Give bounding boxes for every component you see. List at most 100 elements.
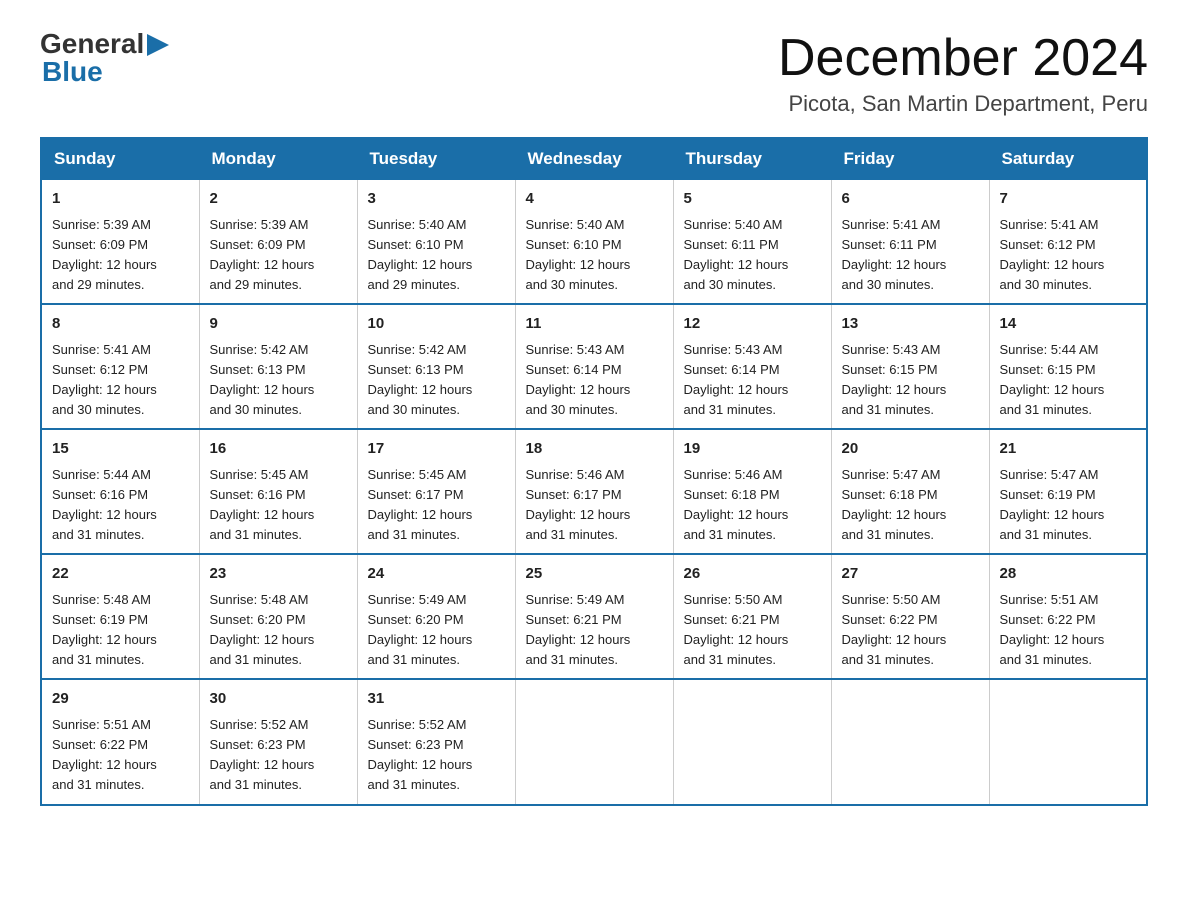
day-number: 23 xyxy=(210,563,347,586)
table-row: 6 Sunrise: 5:41 AMSunset: 6:11 PMDayligh… xyxy=(831,180,989,305)
day-number: 16 xyxy=(210,438,347,461)
day-info: Sunrise: 5:48 AMSunset: 6:19 PMDaylight:… xyxy=(52,592,157,667)
logo-line1: General xyxy=(40,30,169,58)
day-number: 2 xyxy=(210,188,347,211)
day-info: Sunrise: 5:43 AMSunset: 6:15 PMDaylight:… xyxy=(842,342,947,417)
day-info: Sunrise: 5:41 AMSunset: 6:12 PMDaylight:… xyxy=(1000,217,1105,292)
table-row: 18 Sunrise: 5:46 AMSunset: 6:17 PMDaylig… xyxy=(515,429,673,554)
title-block: December 2024 Picota, San Martin Departm… xyxy=(778,30,1148,117)
table-row: 1 Sunrise: 5:39 AMSunset: 6:09 PMDayligh… xyxy=(41,180,199,305)
table-row: 26 Sunrise: 5:50 AMSunset: 6:21 PMDaylig… xyxy=(673,554,831,679)
header-saturday: Saturday xyxy=(989,138,1147,180)
table-row: 20 Sunrise: 5:47 AMSunset: 6:18 PMDaylig… xyxy=(831,429,989,554)
day-info: Sunrise: 5:52 AMSunset: 6:23 PMDaylight:… xyxy=(368,717,473,792)
day-number: 14 xyxy=(1000,313,1137,336)
day-info: Sunrise: 5:42 AMSunset: 6:13 PMDaylight:… xyxy=(210,342,315,417)
header-friday: Friday xyxy=(831,138,989,180)
day-number: 8 xyxy=(52,313,189,336)
table-row: 16 Sunrise: 5:45 AMSunset: 6:16 PMDaylig… xyxy=(199,429,357,554)
calendar-week-row: 15 Sunrise: 5:44 AMSunset: 6:16 PMDaylig… xyxy=(41,429,1147,554)
day-info: Sunrise: 5:43 AMSunset: 6:14 PMDaylight:… xyxy=(526,342,631,417)
day-number: 28 xyxy=(1000,563,1137,586)
day-number: 17 xyxy=(368,438,505,461)
day-info: Sunrise: 5:44 AMSunset: 6:16 PMDaylight:… xyxy=(52,467,157,542)
day-number: 3 xyxy=(368,188,505,211)
header-tuesday: Tuesday xyxy=(357,138,515,180)
day-number: 11 xyxy=(526,313,663,336)
day-info: Sunrise: 5:40 AMSunset: 6:10 PMDaylight:… xyxy=(526,217,631,292)
day-info: Sunrise: 5:44 AMSunset: 6:15 PMDaylight:… xyxy=(1000,342,1105,417)
calendar-week-row: 1 Sunrise: 5:39 AMSunset: 6:09 PMDayligh… xyxy=(41,180,1147,305)
header-sunday: Sunday xyxy=(41,138,199,180)
day-number: 7 xyxy=(1000,188,1137,211)
table-row: 28 Sunrise: 5:51 AMSunset: 6:22 PMDaylig… xyxy=(989,554,1147,679)
table-row: 4 Sunrise: 5:40 AMSunset: 6:10 PMDayligh… xyxy=(515,180,673,305)
table-row: 30 Sunrise: 5:52 AMSunset: 6:23 PMDaylig… xyxy=(199,679,357,804)
day-number: 30 xyxy=(210,688,347,711)
day-number: 10 xyxy=(368,313,505,336)
table-row: 31 Sunrise: 5:52 AMSunset: 6:23 PMDaylig… xyxy=(357,679,515,804)
subtitle: Picota, San Martin Department, Peru xyxy=(778,91,1148,117)
table-row: 11 Sunrise: 5:43 AMSunset: 6:14 PMDaylig… xyxy=(515,304,673,429)
day-number: 21 xyxy=(1000,438,1137,461)
day-info: Sunrise: 5:39 AMSunset: 6:09 PMDaylight:… xyxy=(210,217,315,292)
day-number: 12 xyxy=(684,313,821,336)
header-thursday: Thursday xyxy=(673,138,831,180)
day-info: Sunrise: 5:47 AMSunset: 6:19 PMDaylight:… xyxy=(1000,467,1105,542)
day-info: Sunrise: 5:50 AMSunset: 6:21 PMDaylight:… xyxy=(684,592,789,667)
day-info: Sunrise: 5:47 AMSunset: 6:18 PMDaylight:… xyxy=(842,467,947,542)
table-row: 22 Sunrise: 5:48 AMSunset: 6:19 PMDaylig… xyxy=(41,554,199,679)
calendar-header-row: Sunday Monday Tuesday Wednesday Thursday… xyxy=(41,138,1147,180)
day-number: 18 xyxy=(526,438,663,461)
day-info: Sunrise: 5:48 AMSunset: 6:20 PMDaylight:… xyxy=(210,592,315,667)
day-info: Sunrise: 5:41 AMSunset: 6:11 PMDaylight:… xyxy=(842,217,947,292)
day-number: 26 xyxy=(684,563,821,586)
day-info: Sunrise: 5:52 AMSunset: 6:23 PMDaylight:… xyxy=(210,717,315,792)
main-title: December 2024 xyxy=(778,30,1148,87)
table-row: 23 Sunrise: 5:48 AMSunset: 6:20 PMDaylig… xyxy=(199,554,357,679)
table-row: 2 Sunrise: 5:39 AMSunset: 6:09 PMDayligh… xyxy=(199,180,357,305)
table-row: 17 Sunrise: 5:45 AMSunset: 6:17 PMDaylig… xyxy=(357,429,515,554)
day-number: 1 xyxy=(52,188,189,211)
day-number: 5 xyxy=(684,188,821,211)
logo-arrow-icon xyxy=(147,34,169,56)
table-row: 10 Sunrise: 5:42 AMSunset: 6:13 PMDaylig… xyxy=(357,304,515,429)
table-row: 24 Sunrise: 5:49 AMSunset: 6:20 PMDaylig… xyxy=(357,554,515,679)
day-number: 15 xyxy=(52,438,189,461)
header-wednesday: Wednesday xyxy=(515,138,673,180)
day-info: Sunrise: 5:46 AMSunset: 6:17 PMDaylight:… xyxy=(526,467,631,542)
day-number: 4 xyxy=(526,188,663,211)
logo-blue-text: Blue xyxy=(42,58,169,86)
table-row: 21 Sunrise: 5:47 AMSunset: 6:19 PMDaylig… xyxy=(989,429,1147,554)
calendar-table: Sunday Monday Tuesday Wednesday Thursday… xyxy=(40,137,1148,805)
day-number: 22 xyxy=(52,563,189,586)
table-row: 27 Sunrise: 5:50 AMSunset: 6:22 PMDaylig… xyxy=(831,554,989,679)
table-row xyxy=(515,679,673,804)
table-row xyxy=(673,679,831,804)
day-info: Sunrise: 5:40 AMSunset: 6:11 PMDaylight:… xyxy=(684,217,789,292)
table-row: 8 Sunrise: 5:41 AMSunset: 6:12 PMDayligh… xyxy=(41,304,199,429)
table-row: 29 Sunrise: 5:51 AMSunset: 6:22 PMDaylig… xyxy=(41,679,199,804)
table-row xyxy=(831,679,989,804)
day-info: Sunrise: 5:39 AMSunset: 6:09 PMDaylight:… xyxy=(52,217,157,292)
logo: General Blue xyxy=(40,30,169,86)
calendar-week-row: 29 Sunrise: 5:51 AMSunset: 6:22 PMDaylig… xyxy=(41,679,1147,804)
day-number: 31 xyxy=(368,688,505,711)
table-row: 14 Sunrise: 5:44 AMSunset: 6:15 PMDaylig… xyxy=(989,304,1147,429)
day-info: Sunrise: 5:46 AMSunset: 6:18 PMDaylight:… xyxy=(684,467,789,542)
day-info: Sunrise: 5:45 AMSunset: 6:17 PMDaylight:… xyxy=(368,467,473,542)
day-number: 19 xyxy=(684,438,821,461)
table-row: 13 Sunrise: 5:43 AMSunset: 6:15 PMDaylig… xyxy=(831,304,989,429)
page-header: General Blue December 2024 Picota, San M… xyxy=(40,30,1148,117)
day-number: 6 xyxy=(842,188,979,211)
day-info: Sunrise: 5:40 AMSunset: 6:10 PMDaylight:… xyxy=(368,217,473,292)
table-row: 12 Sunrise: 5:43 AMSunset: 6:14 PMDaylig… xyxy=(673,304,831,429)
day-number: 25 xyxy=(526,563,663,586)
day-info: Sunrise: 5:50 AMSunset: 6:22 PMDaylight:… xyxy=(842,592,947,667)
table-row: 7 Sunrise: 5:41 AMSunset: 6:12 PMDayligh… xyxy=(989,180,1147,305)
table-row xyxy=(989,679,1147,804)
day-info: Sunrise: 5:42 AMSunset: 6:13 PMDaylight:… xyxy=(368,342,473,417)
day-number: 24 xyxy=(368,563,505,586)
day-info: Sunrise: 5:49 AMSunset: 6:20 PMDaylight:… xyxy=(368,592,473,667)
day-number: 29 xyxy=(52,688,189,711)
